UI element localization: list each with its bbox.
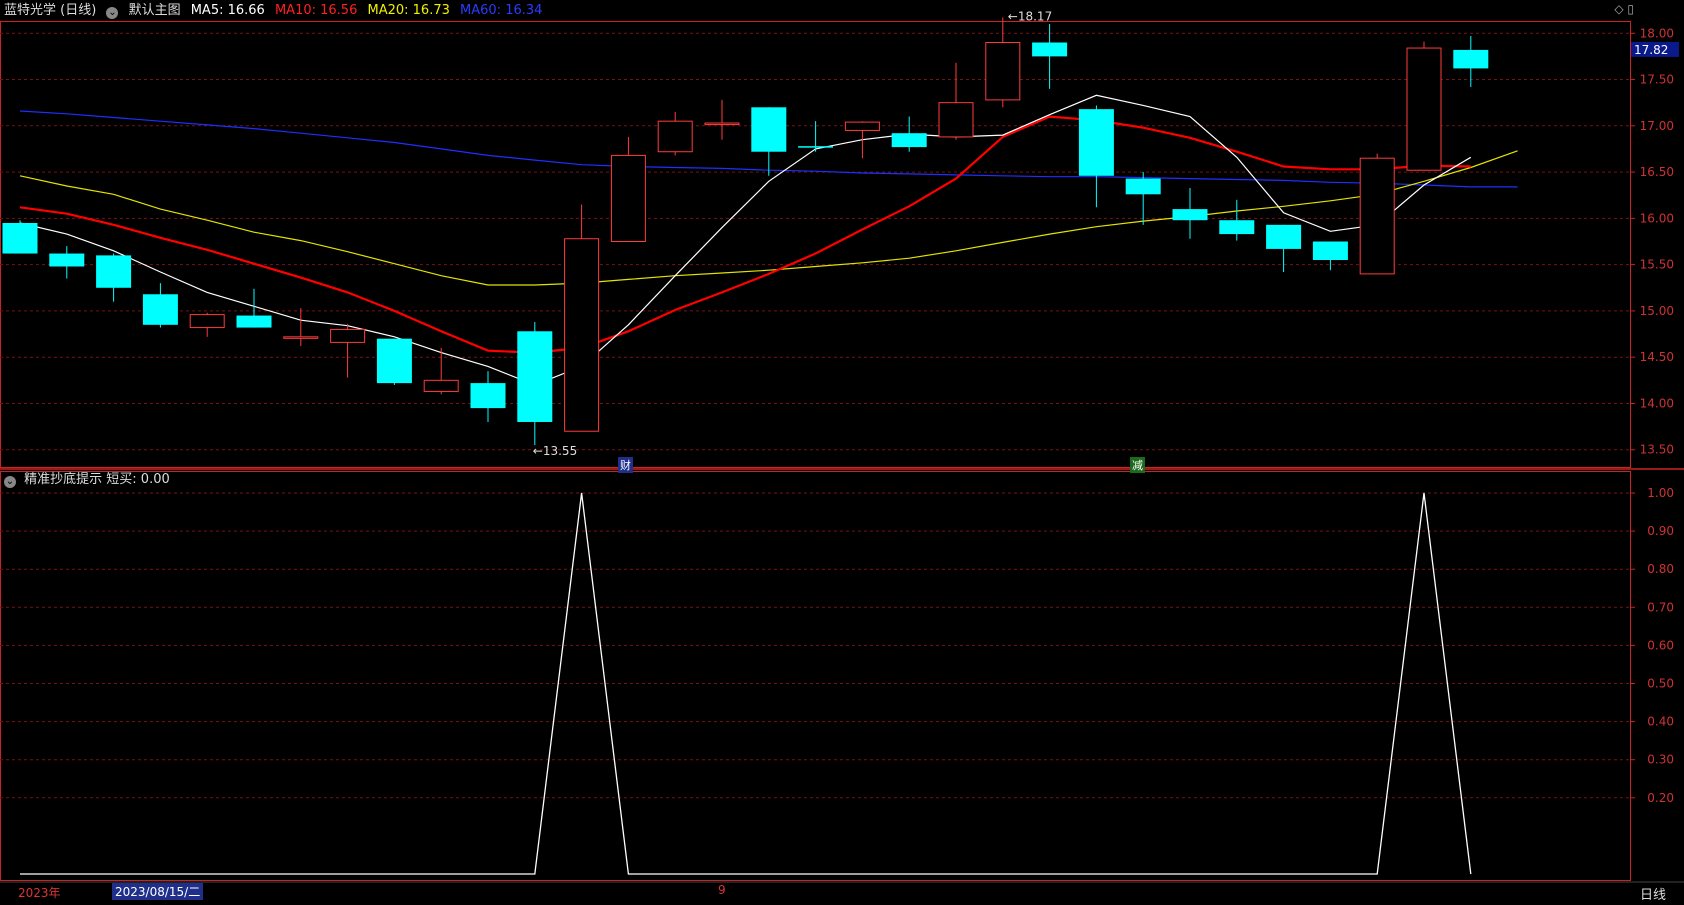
- indicator-tick-label: 0.70: [1647, 600, 1674, 614]
- candle-body: [189, 314, 225, 329]
- price-tick-label: 14.50: [1640, 350, 1674, 364]
- ma10-label: MA10: 16.56: [274, 3, 358, 18]
- price-tick-label: 13.50: [1640, 443, 1674, 457]
- stock-title[interactable]: 蓝特光学 (日线): [4, 3, 96, 18]
- ma60-label: MA60: 16.34: [460, 3, 543, 18]
- candle-body: [330, 328, 366, 343]
- candle-body: [1172, 209, 1208, 221]
- candle-body: [283, 336, 319, 339]
- candle-body: [1125, 178, 1161, 195]
- candle-body: [236, 315, 272, 328]
- candle-body: [376, 338, 412, 384]
- footer-date: 2023/08/15/二: [112, 883, 204, 900]
- reduce-badge[interactable]: 减: [1130, 457, 1145, 473]
- low-annotation: ←13.55: [533, 444, 577, 458]
- candle-body: [96, 255, 132, 288]
- price-tick-label: 15.00: [1640, 304, 1674, 318]
- stock-chart[interactable]: 18.00 17.50 17.00 16.50 16.00 15.50 15.00 14.50…: [0, 0, 1684, 905]
- footer-marker: 9: [718, 883, 726, 897]
- price-tick-label: 14.00: [1640, 396, 1674, 410]
- candle-body: [49, 253, 85, 267]
- candle-body: [938, 102, 974, 138]
- candle-body: [1359, 157, 1395, 275]
- price-tick-label: 18.00: [1640, 26, 1674, 40]
- candle-body: [1219, 220, 1255, 235]
- ma20-label: MA20: 16.73: [367, 3, 450, 18]
- finance-badge[interactable]: 财: [618, 457, 633, 473]
- candle-body: [844, 121, 880, 131]
- last-price-label: 17.82: [1634, 43, 1668, 57]
- candle-body: [985, 42, 1021, 101]
- footer-year: 2023年: [18, 886, 61, 900]
- candle-body: [891, 133, 927, 148]
- candle-body: [1406, 47, 1442, 171]
- ma-line-ma5: [19, 94, 1472, 386]
- candle-body: [142, 294, 178, 325]
- candle-body: [798, 146, 834, 148]
- main-chart-header: 蓝特光学 (日线) ⌄ 默认主图 MA5: 16.66 MA10: 16.56 …: [4, 2, 548, 20]
- candle-body: [423, 379, 459, 392]
- candle-body: [564, 238, 600, 432]
- candle-body: [657, 120, 693, 153]
- price-tick-label: 16.00: [1640, 211, 1674, 225]
- candle-body: [1266, 224, 1302, 249]
- template-name[interactable]: 默认主图: [129, 3, 181, 18]
- diamond-icon[interactable]: ◇: [1614, 2, 1623, 16]
- indicator-panel-frame: [0, 471, 1631, 881]
- indicator-tick-label: 0.80: [1647, 562, 1674, 576]
- candle-body: [1032, 42, 1068, 57]
- indicator-tick-label: 0.40: [1647, 715, 1674, 729]
- indicator-header: ⌄ 精准抄底提示 短买: 0.00: [4, 471, 170, 489]
- price-tick-label: 17.00: [1640, 119, 1674, 133]
- indicator-value: 短买: 0.00: [106, 472, 170, 487]
- candle-body: [751, 107, 787, 152]
- candle-body: [610, 154, 646, 243]
- ma5-label: MA5: 16.66: [190, 3, 265, 18]
- candle-body: [1078, 109, 1114, 176]
- indicator-tick-label: 0.90: [1647, 524, 1674, 538]
- price-tick-label: 16.50: [1640, 165, 1674, 179]
- price-tick-label: 17.50: [1640, 73, 1674, 87]
- candle-body: [704, 122, 740, 126]
- window-controls: ◇ ▯: [1614, 2, 1634, 16]
- indicator-tick-label: 1.00: [1647, 486, 1674, 500]
- gear-icon[interactable]: ⌄: [4, 476, 16, 488]
- candle-body: [470, 383, 506, 409]
- indicator-tick-label: 0.20: [1647, 791, 1674, 805]
- indicator-tick-label: 0.50: [1647, 677, 1674, 691]
- panel-icon[interactable]: ▯: [1627, 2, 1634, 16]
- price-tick-label: 15.50: [1640, 258, 1674, 272]
- indicator-tick-label: 0.30: [1647, 753, 1674, 767]
- candle-body: [1312, 241, 1348, 261]
- indicator-name[interactable]: 精准抄底提示: [24, 472, 102, 487]
- indicator-tick-label: 0.60: [1647, 638, 1674, 652]
- candle-body: [517, 331, 553, 422]
- period-label[interactable]: 日线: [1640, 884, 1666, 903]
- candle-body: [1453, 49, 1489, 69]
- high-annotation: ←18.17: [1008, 10, 1052, 24]
- candle-body: [2, 222, 38, 254]
- gear-icon[interactable]: ⌄: [106, 7, 119, 19]
